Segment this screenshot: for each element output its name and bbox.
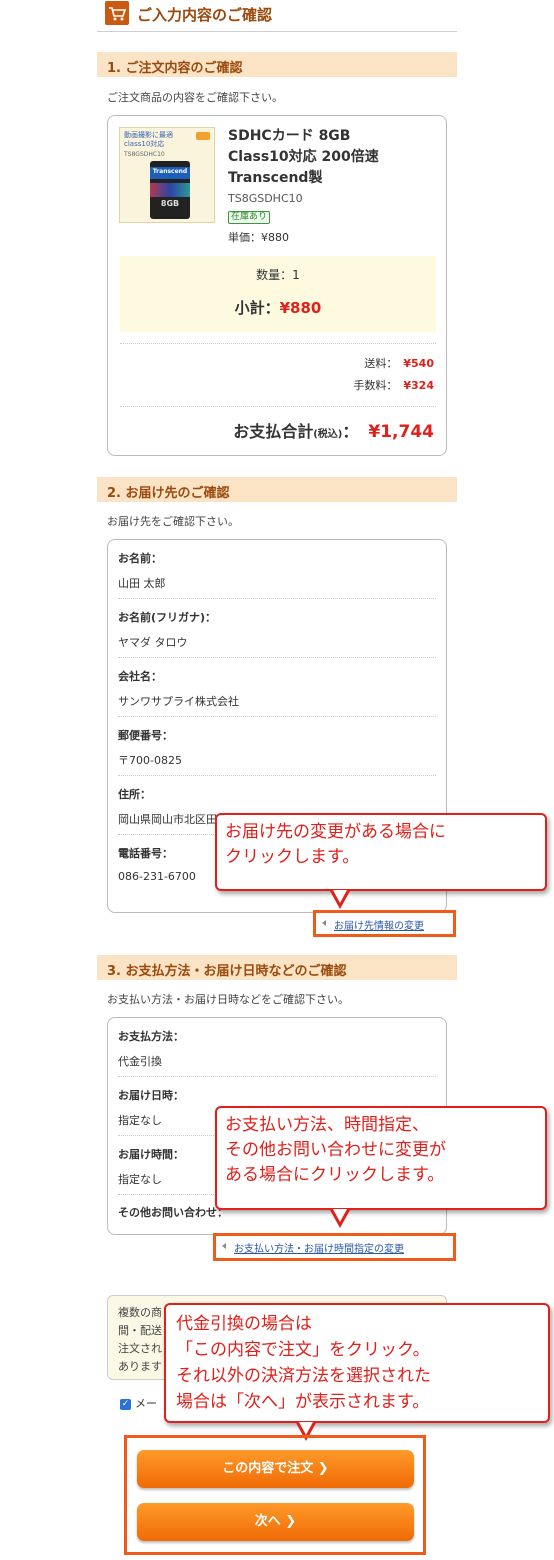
field-postal-code: 郵便番号： 〒700-0825 [118,729,182,767]
order-button-callout: 代金引換の場合は 「この内容で注文」をクリック。 それ以外の決済方法を選択された… [164,1303,550,1423]
divider [120,343,436,344]
grand-total: お支払合計(税込)： ¥1,744 [233,422,434,442]
product-image-badge [196,132,210,140]
page-title: ご入力内容のご確認 [137,6,273,24]
sd-card-capacity: 8GB [160,199,180,208]
sd-card-graphic: Transcend 8GB [150,161,190,219]
shipping-fee: 送料： ¥540 [364,357,434,370]
confirm-order-button[interactable]: この内容で注文 ❯ [137,1450,414,1488]
order-summary-box: 動画撮影に最適 class10対応 TS8GSDHC10 Transcend 8… [107,115,447,456]
product-image: 動画撮影に最適 class10対応 TS8GSDHC10 Transcend 8… [119,127,215,223]
subtotal: 小計：¥880 [234,299,322,317]
field-name: お名前： 山田 太郎 [118,552,166,590]
quantity-area: 数量：1 小計：¥880 [120,256,436,332]
payment-change-callout: お支払い方法、時間指定、 その他お問い合わせに変更が ある場合にクリックします。 [215,1106,547,1210]
callout-tail [330,1209,350,1228]
unit-price: 単価：¥880 [228,231,289,244]
arrow-left-icon [322,920,326,926]
callout-tail [330,890,350,909]
section-delivery-desc: お届け先をご確認下さい。 [107,515,239,528]
product-code: TS8GSDHC10 [228,192,303,205]
cart-icon [105,1,129,25]
section-payment-desc: お支払い方法・お届け日時などをご確認下さい。 [107,993,349,1006]
checkbox-checked-icon[interactable]: ✓ [120,1398,131,1410]
section-payment-title: 3. お支払方法・お届け日時などのご確認 [97,955,457,980]
divider [120,406,436,407]
mail-checkbox-row[interactable]: ✓ メー [120,1395,157,1411]
field-name-kana: お名前(フリガナ)： ヤマダ タロウ [118,611,217,649]
stock-badge: 在庫あり [228,211,271,224]
arrow-left-icon [222,1243,226,1249]
field-company: 会社名： サンワサプライ株式会社 [118,670,239,708]
change-delivery-link[interactable]: お届け先情報の変更 [313,910,456,937]
section-delivery-title: 2. お届け先のご確認 [97,477,457,502]
product-name: SDHCカード 8GB Class10対応 200倍速 Transcend製 [228,128,379,186]
quantity: 数量：1 [256,268,300,282]
change-payment-link[interactable]: お支払い方法・お届け時間指定の変更 [213,1233,456,1261]
section-order-title: 1. ご注文内容のご確認 [97,52,457,77]
handling-fee: 手数料： ¥324 [353,379,434,392]
mail-checkbox-label: メー [135,1397,157,1410]
section-order-desc: ご注文商品の内容をご確認下さい。 [107,91,283,104]
delivery-change-callout: お届け先の変更がある場合に クリックします。 [215,813,547,891]
next-button[interactable]: 次へ ❯ [137,1503,414,1541]
sd-card-brand: Transcend [152,168,188,175]
field-payment-method: お支払方法： 代金引換 [118,1030,184,1068]
order-buttons-frame: この内容で注文 ❯ 次へ ❯ [124,1435,426,1555]
product-image-caption: 動画撮影に最適 class10対応 [124,131,173,148]
product-image-code: TS8GSDHC10 [124,151,165,158]
page-header: ご入力内容のご確認 [97,0,457,32]
